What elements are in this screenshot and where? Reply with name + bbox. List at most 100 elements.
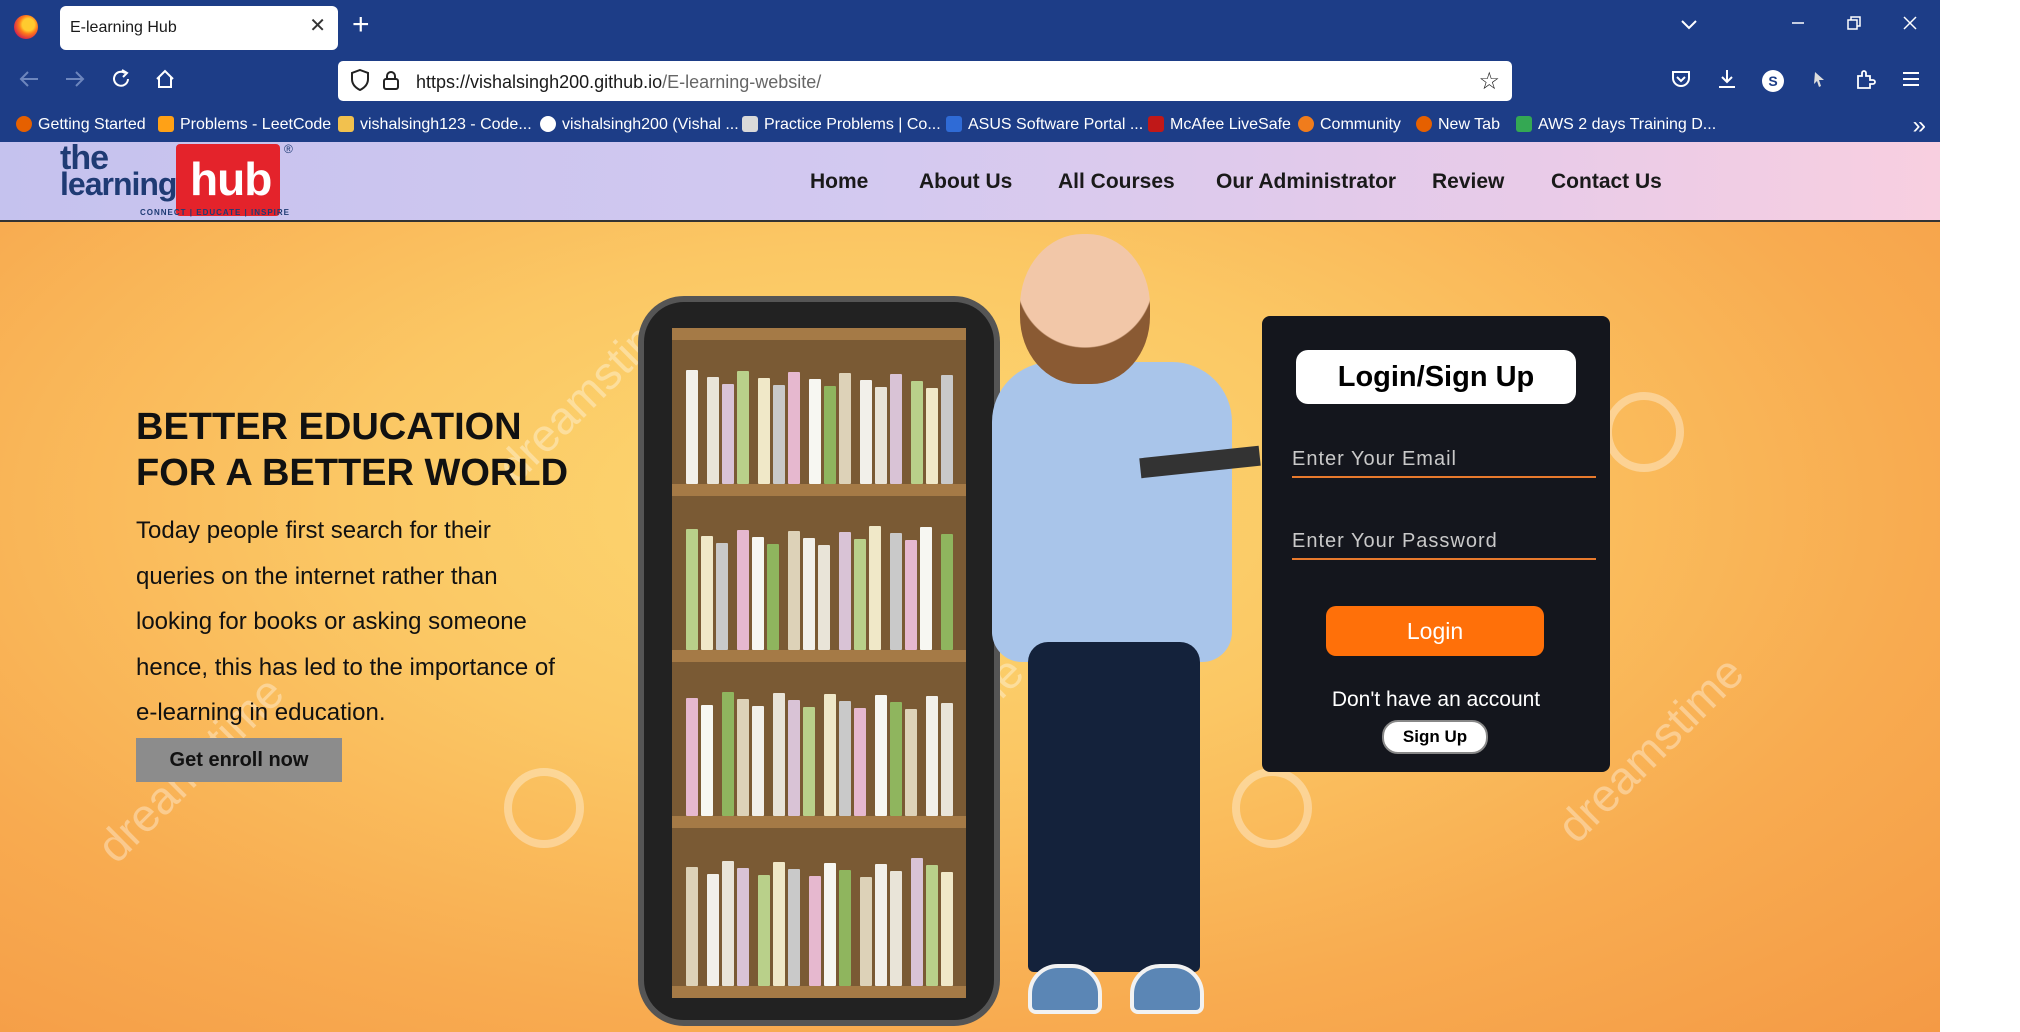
book-spine bbox=[905, 709, 917, 816]
restore-icon[interactable] bbox=[1846, 12, 1862, 36]
bookmark-label: Practice Problems | Co... bbox=[764, 116, 941, 133]
forward-icon[interactable] bbox=[64, 68, 86, 96]
book-spine bbox=[890, 702, 902, 816]
browser-chrome: E-learning Hub ✕ + https://vishalsingh20… bbox=[0, 0, 1940, 142]
bookmark-star-icon[interactable]: ☆ bbox=[1478, 67, 1500, 96]
hero-title-line1: BETTER EDUCATION bbox=[136, 406, 522, 448]
extensions-icon[interactable] bbox=[1852, 68, 1878, 94]
hamburger-menu-icon[interactable] bbox=[1898, 68, 1924, 94]
pocket-icon[interactable] bbox=[1668, 68, 1694, 94]
nav-review[interactable]: Review bbox=[1432, 170, 1504, 194]
bookmark-label: Community bbox=[1320, 116, 1401, 133]
webpage: the learning hub CONNECT | EDUCATE | INS… bbox=[0, 142, 1940, 1032]
hero-title: BETTER EDUCATION FOR A BETTER WORLD bbox=[136, 404, 596, 496]
nav-about-us[interactable]: About Us bbox=[919, 170, 1012, 194]
navigation-toolbar: https://vishalsingh200.github.io/E-learn… bbox=[0, 56, 1940, 108]
left-shoe bbox=[1028, 964, 1102, 1014]
bookmark-label: vishalsingh123 - Code... bbox=[360, 116, 532, 133]
extension-cursor-icon[interactable] bbox=[1806, 68, 1832, 94]
child-shirt bbox=[992, 362, 1232, 662]
login-card: Login/Sign Up Login Don't have an accoun… bbox=[1262, 316, 1610, 772]
book-spine bbox=[773, 862, 785, 986]
account-avatar[interactable]: S bbox=[1762, 70, 1784, 92]
book-spine bbox=[875, 387, 887, 484]
book-spine bbox=[854, 539, 866, 650]
new-tab-button[interactable]: + bbox=[352, 10, 370, 40]
downloads-icon[interactable] bbox=[1714, 68, 1740, 94]
bookmark-label: New Tab bbox=[1438, 116, 1500, 133]
more-bookmarks-icon[interactable]: » bbox=[1913, 112, 1926, 140]
nav-our-administrator[interactable]: Our Administrator bbox=[1216, 170, 1396, 194]
bookmark-github[interactable]: vishalsingh200 (Vishal ... bbox=[540, 116, 739, 134]
codechef-icon bbox=[742, 116, 758, 132]
close-tab-icon[interactable]: ✕ bbox=[309, 16, 326, 36]
book-spine bbox=[890, 533, 902, 650]
logo-hub-box: hub bbox=[176, 144, 280, 216]
bookmark-mcafee[interactable]: McAfee LiveSafe bbox=[1148, 116, 1291, 134]
book-spine bbox=[737, 371, 749, 484]
home-icon[interactable] bbox=[154, 68, 176, 96]
book-spine bbox=[869, 526, 881, 650]
book-spine bbox=[818, 545, 830, 650]
bookmark-label: AWS 2 days Training D... bbox=[1538, 116, 1717, 133]
mcafee-icon bbox=[1148, 116, 1164, 132]
book-spine bbox=[890, 871, 902, 986]
bookmark-leetcode[interactable]: Problems - LeetCode bbox=[158, 116, 331, 134]
tab-elearning-hub[interactable]: E-learning Hub ✕ bbox=[60, 6, 338, 50]
nav-home[interactable]: Home bbox=[810, 170, 868, 194]
book-spine bbox=[824, 694, 836, 816]
logo-registered-mark: ® bbox=[284, 142, 293, 156]
bookmark-asus[interactable]: ASUS Software Portal ... bbox=[946, 116, 1143, 134]
nav-contact-us[interactable]: Contact Us bbox=[1551, 170, 1662, 194]
lock-icon[interactable] bbox=[382, 70, 400, 90]
book-spine bbox=[788, 700, 800, 816]
book-spine bbox=[839, 373, 851, 484]
watermark-spiral-icon bbox=[504, 768, 584, 848]
bookmark-new-tab[interactable]: New Tab bbox=[1416, 116, 1500, 134]
shelf-board bbox=[672, 816, 966, 828]
url-bar[interactable]: https://vishalsingh200.github.io/E-learn… bbox=[338, 61, 1512, 101]
tab-bar: E-learning Hub ✕ + bbox=[0, 0, 1940, 56]
bookmark-codechef[interactable]: vishalsingh123 - Code... bbox=[338, 116, 532, 134]
url-text[interactable]: https://vishalsingh200.github.io/E-learn… bbox=[416, 72, 821, 93]
password-field[interactable] bbox=[1292, 518, 1596, 560]
book-spine bbox=[767, 544, 779, 650]
close-window-icon[interactable] bbox=[1902, 12, 1918, 36]
book-spine bbox=[875, 864, 887, 986]
book-spine bbox=[773, 693, 785, 816]
tracking-shield-icon[interactable] bbox=[350, 69, 370, 91]
nav-all-courses[interactable]: All Courses bbox=[1058, 170, 1175, 194]
book-spine bbox=[941, 703, 953, 816]
signup-button[interactable]: Sign Up bbox=[1382, 720, 1488, 754]
book-spine bbox=[824, 863, 836, 986]
login-title: Login/Sign Up bbox=[1296, 350, 1576, 404]
bookmark-community[interactable]: Community bbox=[1298, 116, 1401, 134]
book-spine bbox=[773, 385, 785, 484]
watermark-spiral-icon bbox=[1232, 768, 1312, 848]
bookmark-practice-problems[interactable]: Practice Problems | Co... bbox=[742, 116, 941, 134]
no-account-text: Don't have an account bbox=[1331, 688, 1541, 711]
logo-learning: learning bbox=[60, 166, 177, 202]
book-spine bbox=[758, 378, 770, 484]
email-field[interactable] bbox=[1292, 436, 1596, 478]
book-spine bbox=[926, 696, 938, 816]
firefox-icon[interactable] bbox=[14, 15, 38, 39]
minimize-icon[interactable] bbox=[1790, 12, 1806, 36]
book-spine bbox=[722, 692, 734, 816]
url-path: /E-learning-website/ bbox=[662, 72, 822, 92]
tab-title: E-learning Hub bbox=[70, 19, 177, 36]
leetcode-icon bbox=[158, 116, 174, 132]
reload-icon[interactable] bbox=[110, 68, 132, 96]
bookmark-getting-started[interactable]: Getting Started bbox=[16, 116, 146, 134]
book-spine bbox=[686, 698, 698, 816]
bookmarks-toolbar: Getting Started Problems - LeetCode vish… bbox=[0, 108, 1940, 142]
book-spine bbox=[803, 707, 815, 816]
book-spine bbox=[890, 374, 902, 484]
list-all-tabs-icon[interactable] bbox=[1680, 12, 1698, 36]
login-button[interactable]: Login bbox=[1326, 606, 1544, 656]
bookmark-aws-training[interactable]: AWS 2 days Training D... bbox=[1516, 116, 1716, 134]
enroll-button[interactable]: Get enroll now bbox=[136, 738, 342, 782]
back-icon[interactable] bbox=[18, 68, 40, 96]
book-spine bbox=[686, 529, 698, 650]
book-spine bbox=[839, 532, 851, 650]
